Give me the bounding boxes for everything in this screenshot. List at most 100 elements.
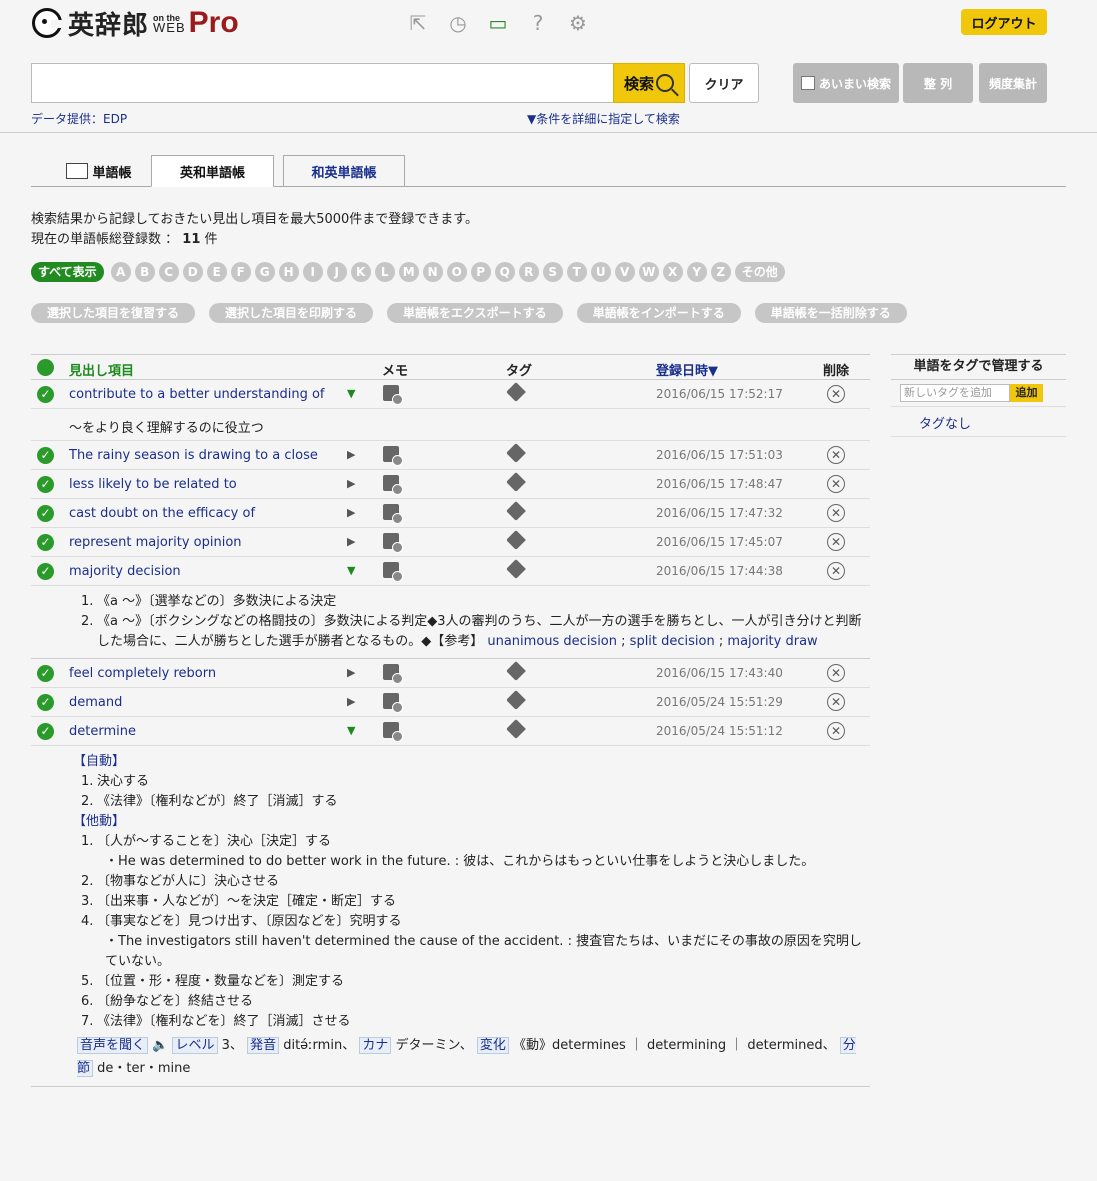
speaker-icon[interactable]: 🔈 [152,1038,168,1053]
filter-letter[interactable]: D [182,262,203,282]
entry-link[interactable]: contribute to a better understanding of [69,387,324,402]
entry-link[interactable]: The rainy season is drawing to a close [69,448,318,463]
filter-letter[interactable]: Q [494,262,515,282]
tab-en-ja-wordbook[interactable]: 英和単語帳 [151,155,274,187]
ref-link[interactable]: split decision [630,634,715,649]
row-check-icon[interactable]: ✓ [37,694,54,711]
add-tag-icon[interactable] [506,472,526,492]
add-memo-icon[interactable] [383,722,403,742]
entry-link[interactable]: less likely to be related to [69,477,237,492]
filter-letter[interactable]: V [614,262,635,282]
expand-triangle-icon[interactable]: ▶ [347,695,355,708]
row-check-icon[interactable]: ✓ [37,505,54,522]
filter-letter[interactable]: X [662,262,683,282]
logout-button[interactable]: ログアウト [961,9,1047,35]
audio-button[interactable]: 音声を聞く [77,1037,149,1054]
entry-link[interactable]: cast doubt on the efficacy of [69,506,255,521]
filter-letter[interactable]: U [590,262,611,282]
ref-link[interactable]: majority draw [727,634,817,649]
delete-icon[interactable]: ✕ [827,533,845,551]
export-button[interactable]: 単語帳をエクスポートする [387,303,563,323]
delete-icon[interactable]: ✕ [827,504,845,522]
search-input[interactable] [31,63,614,103]
add-memo-icon[interactable] [383,533,403,553]
data-provider-link[interactable]: データ提供：EDP [31,110,127,127]
tab-wordbook[interactable]: 単語帳 [49,155,149,187]
filter-letter[interactable]: F [230,262,251,282]
entry-link[interactable]: majority decision [69,564,181,579]
entry-link[interactable]: feel completely reborn [69,666,216,681]
row-check-icon[interactable]: ✓ [37,386,54,403]
add-memo-icon[interactable] [383,446,403,466]
filter-letter[interactable]: N [422,262,443,282]
filter-all-button[interactable]: すべて表示 [31,262,104,282]
row-check-icon[interactable]: ✓ [37,665,54,682]
add-tag-icon[interactable] [506,443,526,463]
add-tag-icon[interactable] [506,719,526,739]
sort-button[interactable]: 整 列 [903,63,973,103]
entry-link[interactable]: demand [69,695,122,710]
add-memo-icon[interactable] [383,504,403,524]
ambiguous-checkbox[interactable] [800,76,815,90]
filter-letter[interactable]: G [254,262,275,282]
filter-letter[interactable]: W [638,262,659,282]
filter-letter[interactable]: L [374,262,395,282]
delete-all-button[interactable]: 単語帳を一括削除する [754,303,907,323]
add-tag-icon[interactable] [506,382,526,402]
collapse-triangle-icon[interactable]: ▼ [347,387,355,400]
expand-triangle-icon[interactable]: ▶ [347,535,355,548]
filter-letter[interactable]: A [110,262,131,282]
expand-triangle-icon[interactable]: ▶ [347,666,355,679]
filter-letter[interactable]: C [158,262,179,282]
clear-button[interactable]: クリア [689,63,759,103]
add-memo-icon[interactable] [383,693,403,713]
new-tag-input[interactable]: 新しいタグを追加 [900,384,1010,402]
import-button[interactable]: 単語帳をインポートする [576,303,741,323]
add-tag-icon[interactable] [506,690,526,710]
expand-icon[interactable]: ⇱ [405,10,431,36]
delete-icon[interactable]: ✕ [827,722,845,740]
add-tag-icon[interactable] [506,559,526,579]
tab-ja-en-wordbook[interactable]: 和英単語帳 [283,155,405,187]
entry-link[interactable]: determine [69,724,136,739]
add-tag-button[interactable]: 追加 [1010,384,1043,402]
entry-link[interactable]: represent majority opinion [69,535,242,550]
filter-letter[interactable]: P [470,262,491,282]
row-check-icon[interactable]: ✓ [37,447,54,464]
filter-letter[interactable]: H [278,262,299,282]
header-date-sort[interactable]: 登録日時▼ [656,360,718,379]
ref-link[interactable]: unanimous decision [487,634,617,649]
filter-letter[interactable]: I [302,262,323,282]
delete-icon[interactable]: ✕ [827,385,845,403]
add-tag-icon[interactable] [506,501,526,521]
filter-letter[interactable]: Y [686,262,707,282]
filter-letter[interactable]: J [326,262,347,282]
filter-other-button[interactable]: その他 [734,262,785,282]
no-tag-link[interactable]: タグなし [891,407,1066,437]
filter-letter[interactable]: K [350,262,371,282]
add-memo-icon[interactable] [383,562,403,582]
history-clock-icon[interactable]: ◷ [445,10,471,36]
filter-letter[interactable]: B [134,262,155,282]
print-selected-button[interactable]: 選択した項目を印刷する [209,303,374,323]
row-check-icon[interactable]: ✓ [37,723,54,740]
settings-gear-icon[interactable]: ⚙ [565,10,591,36]
ambiguous-search-toggle[interactable]: あいまい検索 [793,63,899,103]
filter-letter[interactable]: Z [710,262,731,282]
delete-icon[interactable]: ✕ [827,664,845,682]
collapse-triangle-icon[interactable]: ▼ [347,564,355,577]
delete-icon[interactable]: ✕ [827,475,845,493]
delete-icon[interactable]: ✕ [827,446,845,464]
delete-icon[interactable]: ✕ [827,693,845,711]
filter-letter[interactable]: S [542,262,563,282]
detail-search-link[interactable]: ▼条件を詳細に指定して検索 [527,110,680,127]
collapse-triangle-icon[interactable]: ▼ [347,724,355,737]
search-button[interactable]: 検索 [613,63,685,103]
filter-letter[interactable]: O [446,262,467,282]
expand-triangle-icon[interactable]: ▶ [347,448,355,461]
add-memo-icon[interactable] [383,475,403,495]
expand-triangle-icon[interactable]: ▶ [347,477,355,490]
review-selected-button[interactable]: 選択した項目を復習する [31,303,196,323]
add-tag-icon[interactable] [506,661,526,681]
frequency-button[interactable]: 頻度集計 [979,63,1047,103]
